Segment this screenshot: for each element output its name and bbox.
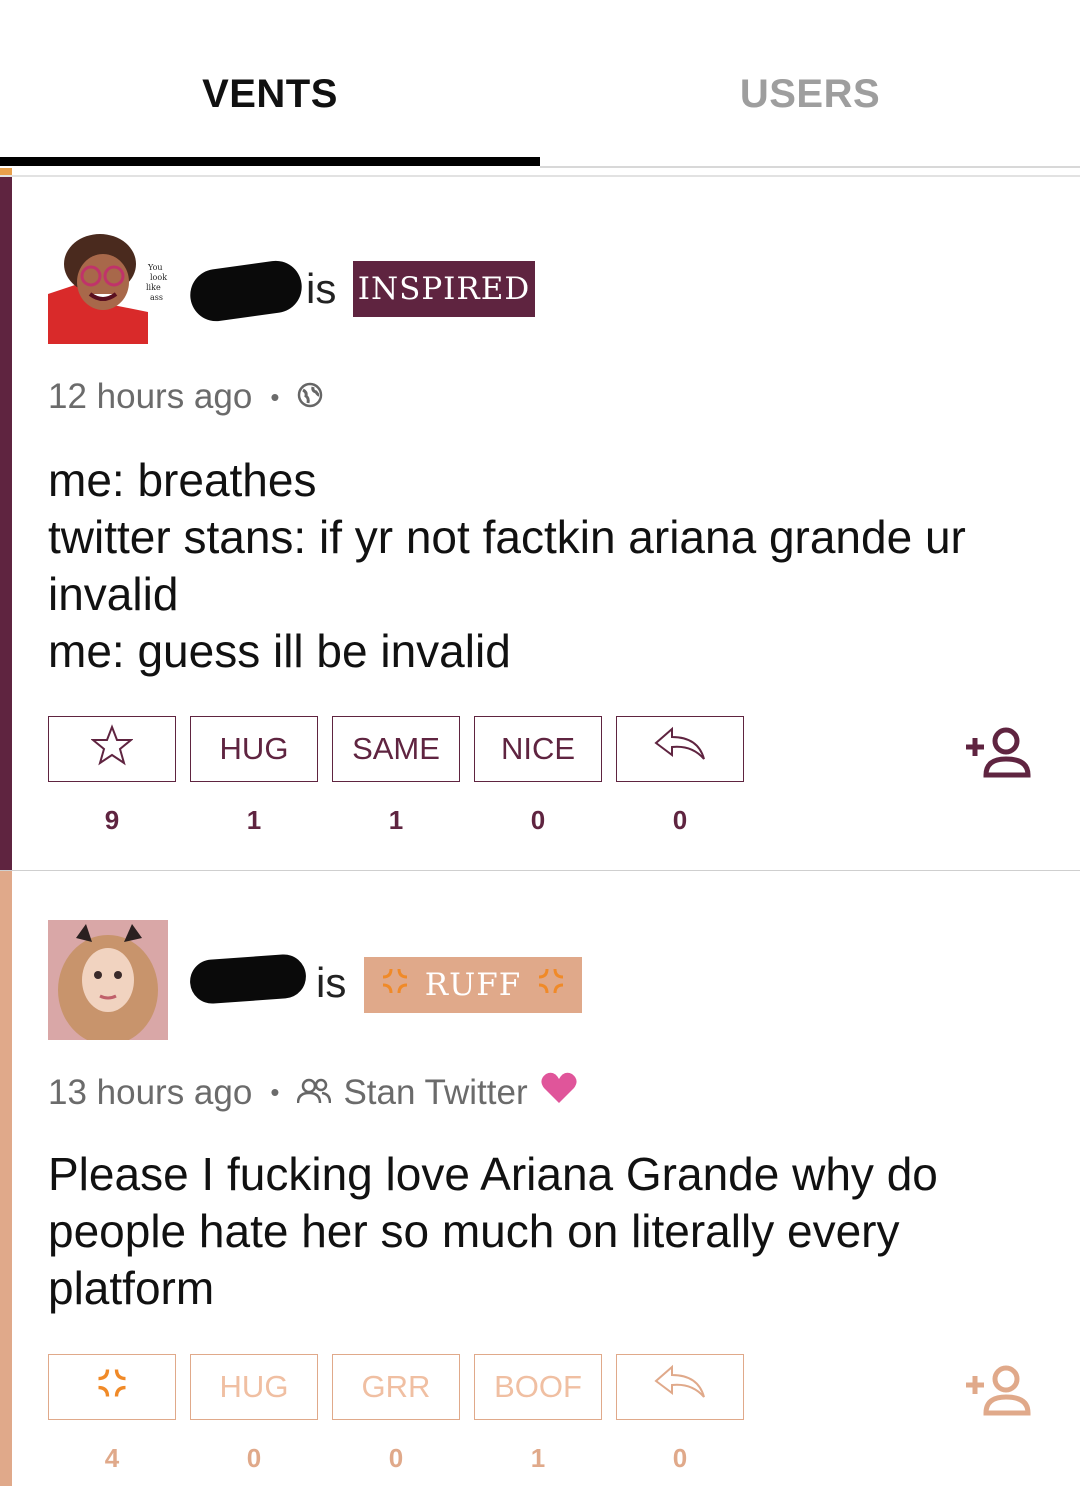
reaction-count: 1 <box>246 805 262 835</box>
avatar[interactable] <box>48 920 168 1040</box>
same-reaction-button[interactable]: SAME <box>332 716 460 782</box>
vent-line: Please I fucking love Ariana Grande why … <box>48 1148 938 1200</box>
vent-line: twitter stans: if yr not factkin ariana … <box>48 511 966 563</box>
vent-post: You look like ass is INSPIRED 12 hours a… <box>0 177 1080 870</box>
reaction-count: 0 <box>672 1443 688 1473</box>
reaction-count: 9 <box>104 805 120 835</box>
star-icon <box>90 724 134 774</box>
hug-reaction-button[interactable]: HUG <box>190 716 318 782</box>
reply-icon <box>652 725 708 773</box>
svg-text:look: look <box>150 273 167 282</box>
tab-divider <box>540 166 1080 168</box>
anger-reaction-button[interactable] <box>48 1354 176 1420</box>
redacted-username <box>186 257 306 325</box>
star-reaction-button[interactable] <box>48 716 176 782</box>
redacted-username <box>188 953 308 1005</box>
svg-text:ass: ass <box>150 293 163 302</box>
meta-separator: • <box>270 381 280 412</box>
anger-icon <box>379 965 411 1005</box>
meta-separator: • <box>270 1077 280 1107</box>
reply-button[interactable] <box>616 1354 744 1420</box>
vent-text: me: breathes twitter stans: if yr not fa… <box>48 452 1038 680</box>
reply-button[interactable] <box>616 716 744 782</box>
vent-line: invalid <box>48 568 179 620</box>
anger-icon <box>94 1365 130 1409</box>
boof-reaction-button[interactable]: BOOF <box>474 1354 602 1420</box>
reply-icon <box>652 1363 708 1411</box>
active-tab-indicator <box>0 157 540 166</box>
reaction-count: 0 <box>530 805 546 835</box>
vent-line: me: breathes <box>48 454 317 506</box>
globe-icon[interactable] <box>297 377 323 417</box>
tab-users[interactable]: USERS <box>540 72 1080 117</box>
timestamp: 13 hours ago <box>48 1072 253 1112</box>
post-meta: 13 hours ago • Stan Twitter <box>48 1071 578 1114</box>
avatar[interactable]: You look like ass <box>48 224 168 344</box>
reaction-count: 1 <box>530 1443 546 1473</box>
is-label: is <box>306 265 337 312</box>
grr-reaction-button[interactable]: GRR <box>332 1354 460 1420</box>
vent-text: Please I fucking love Ariana Grande why … <box>48 1146 1038 1317</box>
reaction-count: 0 <box>246 1443 262 1473</box>
tab-bar: VENTS USERS <box>0 0 1080 168</box>
mood-badge[interactable]: INSPIRED <box>353 261 535 317</box>
reaction-count: 1 <box>388 805 404 835</box>
reaction-count: 0 <box>672 805 688 835</box>
add-friend-icon[interactable] <box>964 725 1034 785</box>
vent-line: people hate her so much on literally eve… <box>48 1205 900 1257</box>
group-icon <box>297 1073 332 1113</box>
vent-line: platform <box>48 1262 215 1314</box>
community-link[interactable]: Stan Twitter <box>343 1073 527 1113</box>
mood-accent-bar <box>0 177 12 870</box>
svg-text:like: like <box>146 283 161 292</box>
reaction-count: 4 <box>104 1443 120 1473</box>
mood-label: INSPIRED <box>357 271 531 307</box>
is-label: is <box>316 959 347 1006</box>
mood-accent-bar <box>0 871 12 1486</box>
vent-post: is RUFF 13 hours ago • Stan Twitter Plea… <box>0 871 1080 1486</box>
anger-icon <box>535 965 567 1005</box>
mood-label: RUFF <box>424 967 522 1003</box>
post-meta: 12 hours ago • <box>48 377 323 417</box>
heart-icon <box>540 1071 578 1114</box>
tab-vents[interactable]: VENTS <box>0 72 540 117</box>
add-friend-icon[interactable] <box>964 1363 1034 1423</box>
hug-reaction-button[interactable]: HUG <box>190 1354 318 1420</box>
avatar-caption: You <box>147 263 163 272</box>
timestamp: 12 hours ago <box>48 377 253 416</box>
reaction-count: 0 <box>388 1443 404 1473</box>
vent-line: me: guess ill be invalid <box>48 625 511 677</box>
mood-badge[interactable]: RUFF <box>364 957 582 1013</box>
nice-reaction-button[interactable]: NICE <box>474 716 602 782</box>
